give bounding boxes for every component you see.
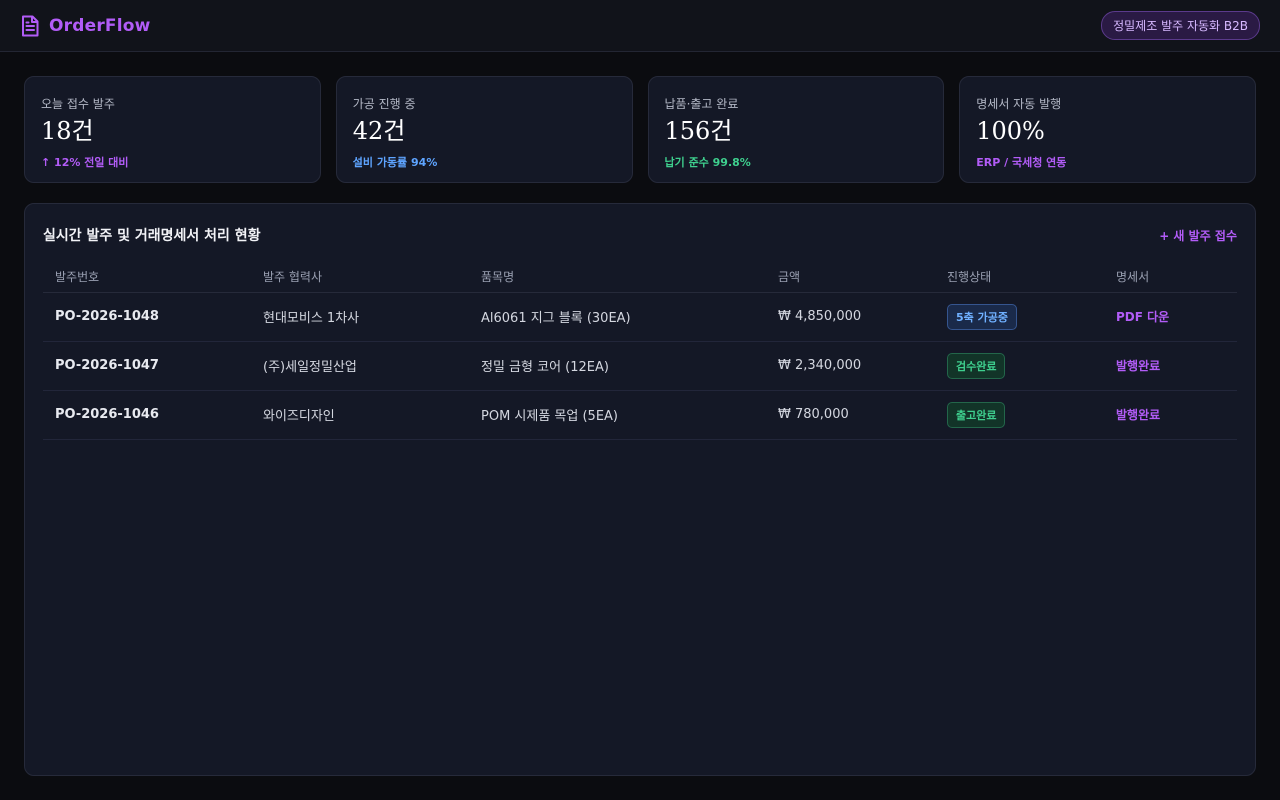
stat-card-delivered: 납품·출고 완료 156건 납기 준수 99.8% (647, 76, 945, 183)
col-partner: 발주 협력사 (251, 262, 469, 293)
status-cell: 5축 가공중 (935, 292, 1104, 342)
stat-sub: 납기 준수 99.8% (664, 156, 751, 169)
status-cell: 출고완료 (935, 390, 1104, 440)
stat-value: 42건 (352, 117, 406, 145)
stat-label: 명세서 자동 발행 (976, 97, 1062, 111)
item-name: POM 시제품 목업 (5EA) (469, 390, 766, 440)
stat-card-in-progress: 가공 진행 중 42건 설비 가동률 94% (335, 76, 633, 183)
partner-name: (주)세일정밀산업 (251, 341, 469, 391)
stat-label: 가공 진행 중 (352, 97, 416, 111)
invoice-link[interactable]: 발행완료 (1116, 359, 1160, 373)
tagline-badge: 정밀제조 발주 자동화 B2B (1101, 11, 1260, 40)
stat-value: 156건 (664, 117, 733, 145)
stat-card-invoice-auto: 명세서 자동 발행 100% ERP / 국세청 연동 (959, 76, 1256, 183)
po-number: PO-2026-1047 (43, 341, 251, 391)
stats-row: 오늘 접수 발주 18건 ↑ 12% 전일 대비 가공 진행 중 42건 설비 … (24, 76, 1256, 183)
stat-label: 오늘 접수 발주 (41, 97, 115, 111)
table-row[interactable]: PO-2026-1048 현대모비스 1차사 Al6061 지그 블록 (30E… (43, 292, 1237, 342)
col-invoice: 명세서 (1104, 262, 1237, 293)
amount: ₩ 4,850,000 (766, 292, 935, 342)
partner-name: 와이즈디자인 (251, 390, 469, 440)
status-cell: 검수완료 (935, 341, 1104, 391)
amount: ₩ 2,340,000 (766, 341, 935, 391)
table-row[interactable]: PO-2026-1047 (주)세일정밀산업 정밀 금형 코어 (12EA) ₩… (43, 341, 1237, 391)
stat-sub: ↑ 12% 전일 대비 (41, 156, 129, 169)
stat-label: 납품·출고 완료 (664, 97, 739, 111)
amount: ₩ 780,000 (766, 390, 935, 440)
po-number: PO-2026-1048 (43, 292, 251, 342)
invoice-cell: 발행완료 (1104, 341, 1237, 391)
col-item: 품목명 (469, 262, 766, 293)
table-row[interactable]: PO-2026-1046 와이즈디자인 POM 시제품 목업 (5EA) ₩ 7… (43, 390, 1237, 440)
order-table: 발주번호 발주 협력사 품목명 금액 진행상태 명세서 PO-2026-1048… (43, 262, 1237, 440)
status-badge: 5축 가공중 (947, 303, 1017, 330)
top-bar: OrderFlow 정밀제조 발주 자동화 B2B (0, 0, 1280, 52)
document-icon (22, 15, 39, 36)
brand[interactable]: OrderFlow (20, 15, 151, 37)
stat-sub: 설비 가동률 94% (352, 156, 438, 169)
invoice-cell: 발행완료 (1104, 390, 1237, 440)
status-badge: 출고완료 (947, 401, 1006, 428)
status-badge: 검수완료 (947, 352, 1006, 379)
po-number: PO-2026-1046 (43, 390, 251, 440)
col-po-number: 발주번호 (43, 262, 251, 293)
stat-value: 18건 (41, 117, 94, 145)
stat-sub: ERP / 국세청 연동 (976, 156, 1067, 169)
stat-value: 100% (976, 117, 1045, 145)
item-name: 정밀 금형 코어 (12EA) (469, 341, 766, 391)
panel-title: 실시간 발주 및 거래명세서 처리 현황 (43, 228, 261, 244)
col-amount: 금액 (766, 262, 935, 293)
table-header-row: 발주번호 발주 협력사 품목명 금액 진행상태 명세서 (43, 262, 1237, 293)
invoice-cell: PDF 다운 (1104, 292, 1237, 342)
invoice-link[interactable]: 발행완료 (1116, 408, 1160, 422)
stat-card-today-orders: 오늘 접수 발주 18건 ↑ 12% 전일 대비 (24, 76, 321, 183)
item-name: Al6061 지그 블록 (30EA) (469, 292, 766, 342)
col-status: 진행상태 (935, 262, 1104, 293)
partner-name: 현대모비스 1차사 (251, 292, 469, 342)
panel-header: 실시간 발주 및 거래명세서 처리 현황 + 새 발주 접수 (43, 204, 1237, 262)
new-order-button[interactable]: + 새 발주 접수 (1159, 227, 1237, 244)
app-name: OrderFlow (49, 15, 151, 36)
order-status-panel: 실시간 발주 및 거래명세서 처리 현황 + 새 발주 접수 발주번호 발주 협… (24, 203, 1256, 776)
invoice-link[interactable]: PDF 다운 (1116, 310, 1169, 324)
